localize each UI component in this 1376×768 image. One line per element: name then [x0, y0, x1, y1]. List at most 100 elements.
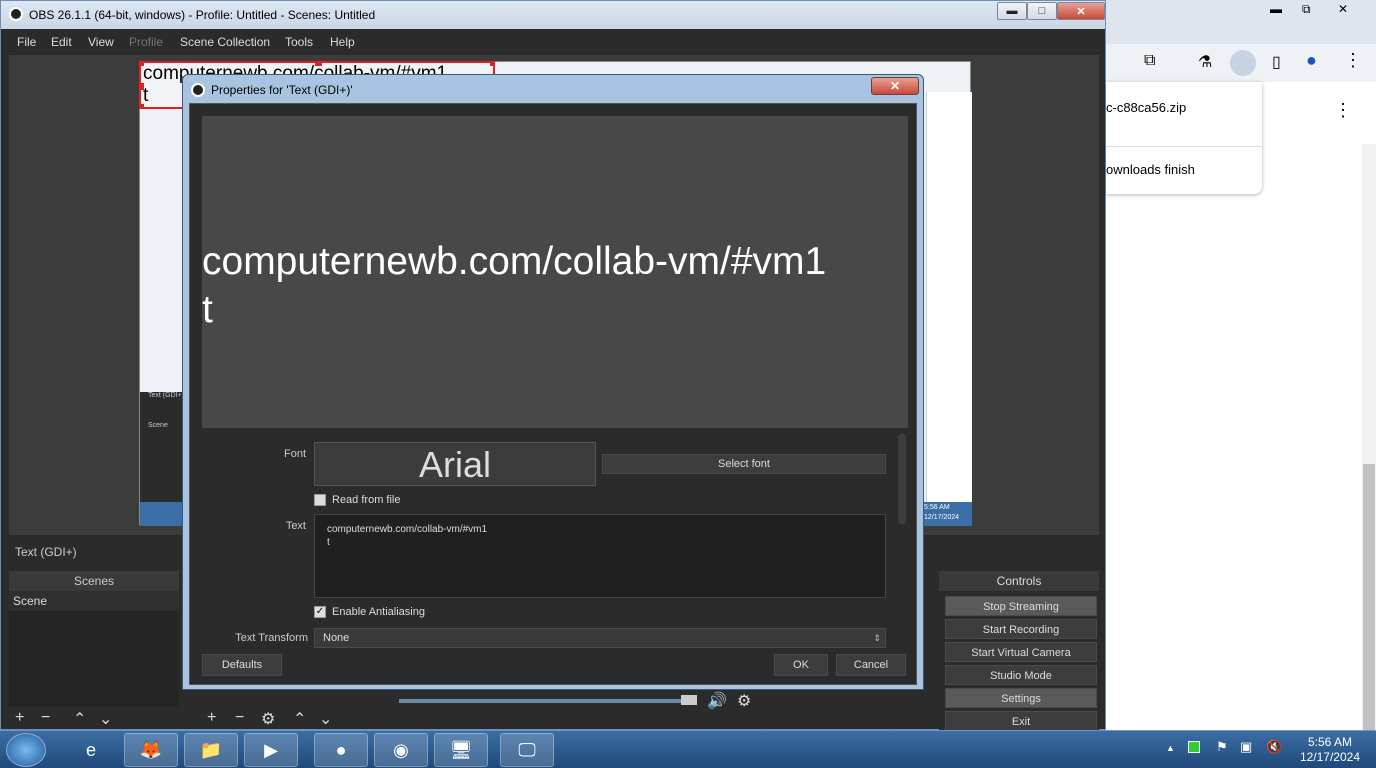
- stop-streaming-button[interactable]: Stop Streaming: [945, 596, 1097, 616]
- labs-icon[interactable]: ⚗: [1198, 52, 1212, 72]
- taskbar: e 🦊 📁 ▶ ● ◉ 🖥 🖵 ▲ ⚑ ▣ 🔇 5:56 AM 12/17/20…: [0, 730, 1376, 768]
- downloads-icon[interactable]: [1230, 50, 1256, 76]
- resize-handle[interactable]: [490, 63, 493, 66]
- scene-item[interactable]: Scene: [9, 591, 179, 611]
- gear-icon[interactable]: ⚙: [737, 691, 751, 711]
- text-input[interactable]: computernewb.com/collab-vm/#vm1 t: [314, 514, 886, 598]
- start-virtual-camera-button[interactable]: Start Virtual Camera: [945, 642, 1097, 662]
- chrome-restore-button[interactable]: ⧉: [1302, 2, 1311, 17]
- mini-source: Text (GDI+): [148, 392, 184, 399]
- text-input-line2: t: [327, 537, 330, 548]
- menu-view[interactable]: View: [88, 35, 114, 49]
- explorer-icon[interactable]: 📁: [184, 733, 238, 767]
- font-label: Font: [283, 448, 306, 460]
- move-up-icon[interactable]: ⌃: [293, 709, 306, 729]
- resize-handle[interactable]: [315, 63, 322, 66]
- menu-icon[interactable]: ⋮: [1344, 50, 1362, 71]
- obs-logo-icon: [9, 7, 23, 21]
- menu-profile[interactable]: Profile: [129, 35, 163, 49]
- media-player-icon[interactable]: ▶: [244, 733, 298, 767]
- show-hidden-icons-icon[interactable]: ▲: [1166, 743, 1175, 753]
- menu-bar: File Edit View Profile Scene Collection …: [1, 31, 1105, 53]
- move-up-icon[interactable]: ⌃: [73, 709, 86, 729]
- move-down-icon[interactable]: ⌄: [319, 709, 332, 729]
- cancel-button[interactable]: Cancel: [836, 654, 906, 676]
- gear-icon[interactable]: ⚙: [261, 709, 275, 729]
- volume-muted-icon[interactable]: 🔇: [1266, 739, 1282, 755]
- clock[interactable]: 5:56 AM 12/17/2024: [1300, 735, 1360, 765]
- read-from-file-checkbox[interactable]: [314, 494, 326, 506]
- menu-tools[interactable]: Tools: [285, 35, 313, 49]
- chrome-toolbar: ⧉ ⚗ ▯ ● ⋮: [1106, 44, 1376, 82]
- network-icon[interactable]: ▣: [1240, 739, 1252, 755]
- mini-chrome-panel: [926, 92, 972, 502]
- controls-header: Controls: [939, 571, 1099, 591]
- defaults-button[interactable]: Defaults: [202, 654, 282, 676]
- dialog-close-button[interactable]: ✕: [871, 77, 919, 95]
- settings-button[interactable]: Settings: [945, 688, 1097, 708]
- remote-desktop-icon[interactable]: 🖥: [434, 733, 488, 767]
- scenes-header: Scenes: [9, 571, 179, 591]
- text-transform-select[interactable]: None ⇕: [314, 628, 886, 648]
- chrome-minimize-button[interactable]: ▬: [1270, 2, 1282, 16]
- text-input-line1: computernewb.com/collab-vm/#vm1: [327, 524, 488, 535]
- download-filename[interactable]: c-c88ca56.zip: [1106, 100, 1186, 115]
- dialog-title-bar[interactable]: Properties for 'Text (GDI+)' ✕: [183, 75, 923, 103]
- add-scene-icon[interactable]: +: [15, 709, 24, 727]
- chrome-close-button[interactable]: ✕: [1338, 2, 1348, 16]
- add-source-icon[interactable]: +: [207, 709, 216, 727]
- start-button[interactable]: [6, 733, 46, 767]
- text-label: Text: [285, 520, 306, 532]
- font-preview: Arial: [314, 442, 596, 486]
- resize-handle[interactable]: [141, 63, 144, 66]
- tray-app-icon[interactable]: [1188, 741, 1200, 753]
- download-status: ownloads finish: [1106, 162, 1195, 177]
- firefox-icon[interactable]: 🦊: [124, 733, 178, 767]
- chat-app-icon[interactable]: ●: [314, 733, 368, 767]
- divider: [1106, 146, 1262, 147]
- controls-panel: Controls Stop Streaming Start Recording …: [939, 571, 1099, 731]
- menu-help[interactable]: Help: [330, 35, 355, 49]
- monitor-app-icon[interactable]: 🖵: [500, 733, 554, 767]
- speaker-icon[interactable]: 🔊: [707, 691, 727, 711]
- chrome-title-bar[interactable]: ▬ ⧉ ✕: [1106, 0, 1376, 44]
- studio-mode-button[interactable]: Studio Mode: [945, 665, 1097, 685]
- selected-source-label: Text (GDI+): [15, 545, 77, 559]
- dialog-body: computernewb.com/collab-vm/#vm1 t Font A…: [189, 103, 917, 685]
- select-font-button[interactable]: Select font: [602, 454, 886, 474]
- obs-taskbar-icon[interactable]: ◉: [374, 733, 428, 767]
- resize-handle[interactable]: [141, 83, 144, 90]
- remove-source-icon[interactable]: −: [235, 709, 244, 727]
- move-down-icon[interactable]: ⌄: [99, 709, 112, 729]
- minimize-button[interactable]: ▬: [997, 2, 1027, 20]
- ie-icon[interactable]: e: [64, 733, 118, 767]
- properties-scrollbar[interactable]: [896, 434, 908, 526]
- menu-file[interactable]: File: [17, 35, 36, 49]
- mini-time: 5:56 AM: [924, 504, 950, 511]
- menu-scene-collection[interactable]: Scene Collection: [180, 35, 270, 49]
- enable-antialiasing-checkbox[interactable]: ✓: [314, 606, 326, 618]
- text-preview-line1: computernewb.com/collab-vm/#vm1: [202, 240, 827, 283]
- close-button[interactable]: ✕: [1057, 2, 1105, 20]
- obs-title-bar[interactable]: OBS 26.1.1 (64-bit, windows) - Profile: …: [1, 1, 1105, 29]
- scrollbar-thumb[interactable]: [1363, 464, 1375, 730]
- start-recording-button[interactable]: Start Recording: [945, 619, 1097, 639]
- extensions-icon[interactable]: ⧉: [1144, 52, 1155, 70]
- audio-mixer: 🔊 ⚙: [391, 691, 771, 717]
- text-preview: computernewb.com/collab-vm/#vm1 t: [202, 116, 908, 428]
- resize-handle[interactable]: [141, 104, 144, 107]
- exit-button[interactable]: Exit: [945, 711, 1097, 731]
- more-icon[interactable]: ⋮: [1334, 100, 1352, 121]
- volume-handle[interactable]: [681, 695, 697, 705]
- text-transform-value: None: [323, 632, 350, 644]
- flag-icon[interactable]: ⚑: [1216, 739, 1228, 755]
- volume-slider[interactable]: [399, 699, 695, 703]
- remove-scene-icon[interactable]: −: [41, 709, 50, 727]
- scrollbar-thumb[interactable]: [898, 434, 906, 524]
- menu-edit[interactable]: Edit: [51, 35, 72, 49]
- side-panel-icon[interactable]: ▯: [1272, 52, 1281, 72]
- profile-icon[interactable]: ●: [1306, 50, 1317, 71]
- scrollbar[interactable]: [1362, 144, 1376, 730]
- maximize-button[interactable]: □: [1027, 2, 1057, 20]
- ok-button[interactable]: OK: [774, 654, 828, 676]
